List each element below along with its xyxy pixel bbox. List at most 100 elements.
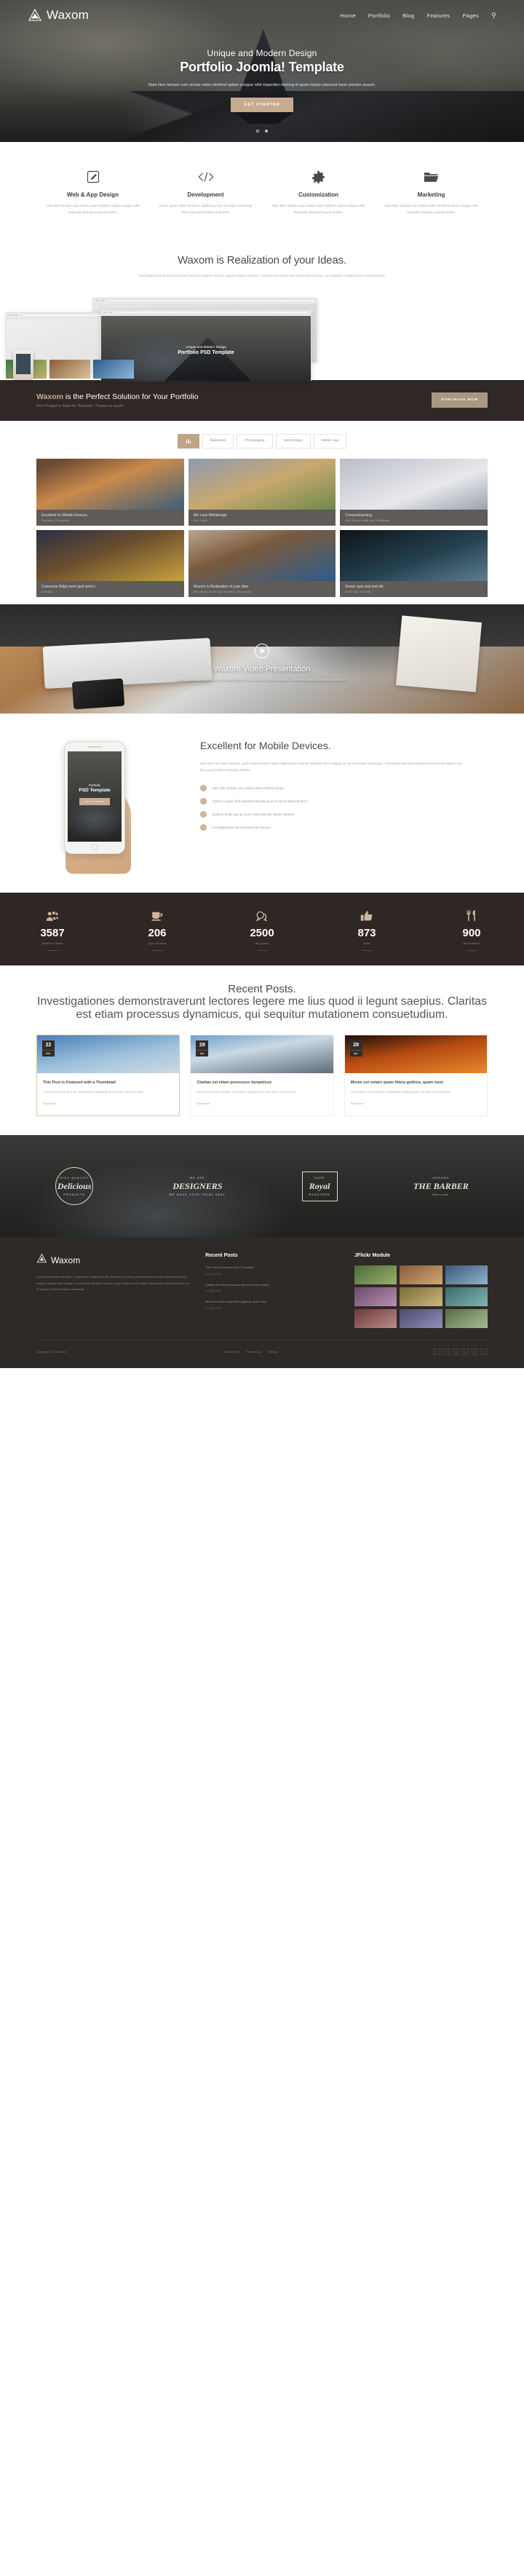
- badge-main-text: THE BARBER: [413, 1180, 469, 1191]
- portfolio-caption: Waxom is Realization of your Idea Web De…: [188, 580, 336, 597]
- flickr-thumbnail[interactable]: [400, 1265, 442, 1285]
- nav-item-portfolio[interactable]: Portfolio: [368, 12, 390, 19]
- nav-item-features[interactable]: Features: [426, 12, 450, 19]
- footer-post-item[interactable]: Mirum est notare quam littera gothica, q…: [205, 1300, 338, 1309]
- footer-link-sitemap[interactable]: Sitemap: [268, 1351, 277, 1354]
- stat-number: 2500: [250, 926, 274, 939]
- heart-icon[interactable]: ♡: [479, 515, 483, 520]
- portfolio-filter-photography[interactable]: Photography: [237, 433, 273, 449]
- flickr-thumbnail[interactable]: [400, 1287, 442, 1307]
- flickr-thumbnail[interactable]: [354, 1309, 397, 1329]
- portfolio-item[interactable]: Donec quis erat sed elit Mobile App, Ill…: [340, 529, 488, 597]
- nav-item-home[interactable]: Home: [341, 12, 356, 19]
- service-item-marketing[interactable]: Marketing Nam liber tempor cum soluta no…: [375, 168, 488, 216]
- phone-home-button[interactable]: [91, 843, 98, 850]
- heart-icon[interactable]: ♡: [327, 515, 330, 520]
- twitter-icon[interactable]: t: [443, 1348, 450, 1356]
- blog-post-card[interactable]: 28 Apr. Mirum est notare quam littera go…: [344, 1034, 488, 1117]
- post-excerpt: Lorem ipsum dolor sit amet, consectetuer…: [350, 1091, 451, 1094]
- portfolio-item[interactable]: Waxom is Realization of your Idea Web De…: [188, 529, 336, 597]
- blog-post-card[interactable]: 22 Mar. This Post is Featured with a Thu…: [36, 1034, 180, 1117]
- portfolio-filter-web-design[interactable]: Web Design: [275, 433, 311, 449]
- post-thumbnail: 28 Apr.: [344, 1035, 487, 1073]
- mockup-slide-subtitle: Unique and Modern Design: [186, 344, 226, 349]
- linkedin-icon[interactable]: in: [472, 1348, 478, 1356]
- list-item-label: Nam liber tempor cum soluta nobis eleife…: [213, 786, 285, 790]
- footer-post-item[interactable]: This Post is Featured with a Thumbnail o…: [205, 1265, 338, 1275]
- portfolio-item[interactable]: Consecteturriing Web Design, Mobile App,…: [340, 458, 488, 526]
- chevron-right-icon[interactable]: ›: [509, 340, 517, 350]
- badge-the-barber: AROUND THE BARBER Haircuts: [413, 1177, 469, 1196]
- slider-dot-2[interactable]: [265, 130, 269, 133]
- footer-link-privacy-policy[interactable]: Privacy Policy: [223, 1351, 239, 1354]
- purchase-now-button[interactable]: PURCHASE NOW: [432, 392, 488, 408]
- address-bar[interactable]: [108, 299, 314, 302]
- search-icon[interactable]: ⚲: [491, 12, 496, 20]
- phone-screen-button[interactable]: GET STARTED: [79, 797, 110, 805]
- portfolio-grid: Excellent for Mobile Devices. Illustrati…: [36, 458, 488, 597]
- heart-icon[interactable]: ♡: [327, 587, 330, 591]
- footer-logo[interactable]: Waxom: [36, 1253, 189, 1268]
- flickr-thumbnail[interactable]: [354, 1287, 397, 1307]
- video-caption: Waxom Video Presentation Investigationes…: [36, 665, 488, 683]
- brand-logo[interactable]: Waxom: [28, 8, 89, 23]
- flickr-thumbnail[interactable]: [445, 1265, 488, 1285]
- heart-icon[interactable]: ♡: [175, 587, 178, 591]
- phone-speaker: [87, 746, 102, 748]
- portfolio-caption: Excellent for Mobile Devices. Illustrati…: [36, 509, 184, 526]
- footer-link-terms-of-use[interactable]: Terms of Use: [246, 1351, 261, 1354]
- intro-heading: Waxom is Realization of your Ideas.: [178, 253, 346, 266]
- read-more-link[interactable]: Read More: [351, 1102, 364, 1105]
- badge-designers: WE ARE DESIGNERS WE MAKE YOUR IDEAS REAL: [170, 1177, 226, 1196]
- service-item-development[interactable]: Development Lorem ipsum dolor sit amet, …: [149, 168, 262, 216]
- heart-icon[interactable]: ♡: [479, 587, 483, 591]
- rss-icon[interactable]: r: [481, 1348, 488, 1356]
- nav-item-blog[interactable]: Blog: [402, 12, 414, 19]
- portfolio-filter-illustration[interactable]: Illustration: [202, 433, 234, 449]
- service-text: Nam liber tempor cum soluta nobis eleife…: [384, 204, 478, 214]
- stat-number: 900: [462, 926, 481, 939]
- thumbnail-item[interactable]: [93, 359, 134, 379]
- read-more-link[interactable]: Read More: [196, 1102, 210, 1105]
- portfolio-item[interactable]: We Love Webdesign Web Design ♡: [188, 458, 336, 526]
- recent-posts-text: Investigationes demonstraverunt lectores…: [36, 995, 488, 1021]
- facebook-icon[interactable]: f: [434, 1348, 440, 1356]
- portfolio-caption: We Love Webdesign Web Design ♡: [188, 509, 336, 526]
- flickr-thumbnail[interactable]: [400, 1309, 442, 1329]
- flickr-thumbnail[interactable]: [445, 1287, 488, 1307]
- slider-dot-1[interactable]: [255, 130, 259, 133]
- portfolio-filter-mobile-app[interactable]: Mobile App: [313, 433, 347, 449]
- thumbnail-item[interactable]: [49, 359, 90, 379]
- get-started-button[interactable]: GET STARTED: [231, 98, 293, 113]
- window-dot-icon: [106, 311, 108, 314]
- footer-about-text: Lorem ipsum dolor sit amet, consectetuer…: [36, 1275, 189, 1292]
- portfolio-item[interactable]: Excellent for Mobile Devices. Illustrati…: [36, 458, 184, 526]
- heart-icon[interactable]: ♡: [175, 515, 178, 520]
- portfolio-item[interactable]: Consectur AdipLorem ipsit amet c Illustr…: [36, 529, 184, 597]
- fork-knife-icon: [419, 909, 524, 923]
- portfolio-filter-all[interactable]: [177, 433, 199, 449]
- footer-post-title: Mirum est notare quam littera gothica, q…: [205, 1300, 266, 1304]
- post-month: Apr.: [349, 1049, 362, 1055]
- post-month: Mar.: [42, 1049, 55, 1055]
- post-month: Apr.: [196, 1049, 209, 1055]
- footer-post-item[interactable]: Claritas est etiam processus dynamicus q…: [205, 1283, 338, 1292]
- flickr-thumbnail[interactable]: [445, 1309, 488, 1329]
- nav-item-pages[interactable]: Pages: [462, 12, 479, 19]
- google-plus-icon[interactable]: g: [453, 1348, 459, 1356]
- footer-links: Privacy Policy Terms of Use Sitemap: [223, 1351, 278, 1354]
- portfolio-item-title: Consecteturriing: [345, 513, 372, 518]
- service-item-web-app-design[interactable]: Web & App Design Nam liber tempor cum so…: [36, 168, 149, 216]
- blog-post-card[interactable]: 28 Apr. Claritas est etiam processus dyn…: [190, 1034, 334, 1117]
- address-bar[interactable]: [116, 311, 309, 314]
- stat-cups-of-coffee: 206 Cups of coffee: [105, 909, 210, 951]
- chevron-right-icon[interactable]: ›: [408, 340, 415, 350]
- portfolio-item-title: Waxom is Realization of your Idea: [193, 584, 249, 589]
- service-item-customization[interactable]: Customization Nam liber tempor cum solut…: [262, 168, 375, 216]
- read-more-link[interactable]: Read More: [43, 1102, 56, 1105]
- play-icon[interactable]: [255, 643, 269, 658]
- stat-satisfied-clients: 3587 Satisfied Clients: [0, 909, 105, 951]
- pinterest-icon[interactable]: p: [462, 1348, 469, 1356]
- stat-label: Likes: [363, 941, 370, 945]
- flickr-thumbnail[interactable]: [354, 1265, 397, 1285]
